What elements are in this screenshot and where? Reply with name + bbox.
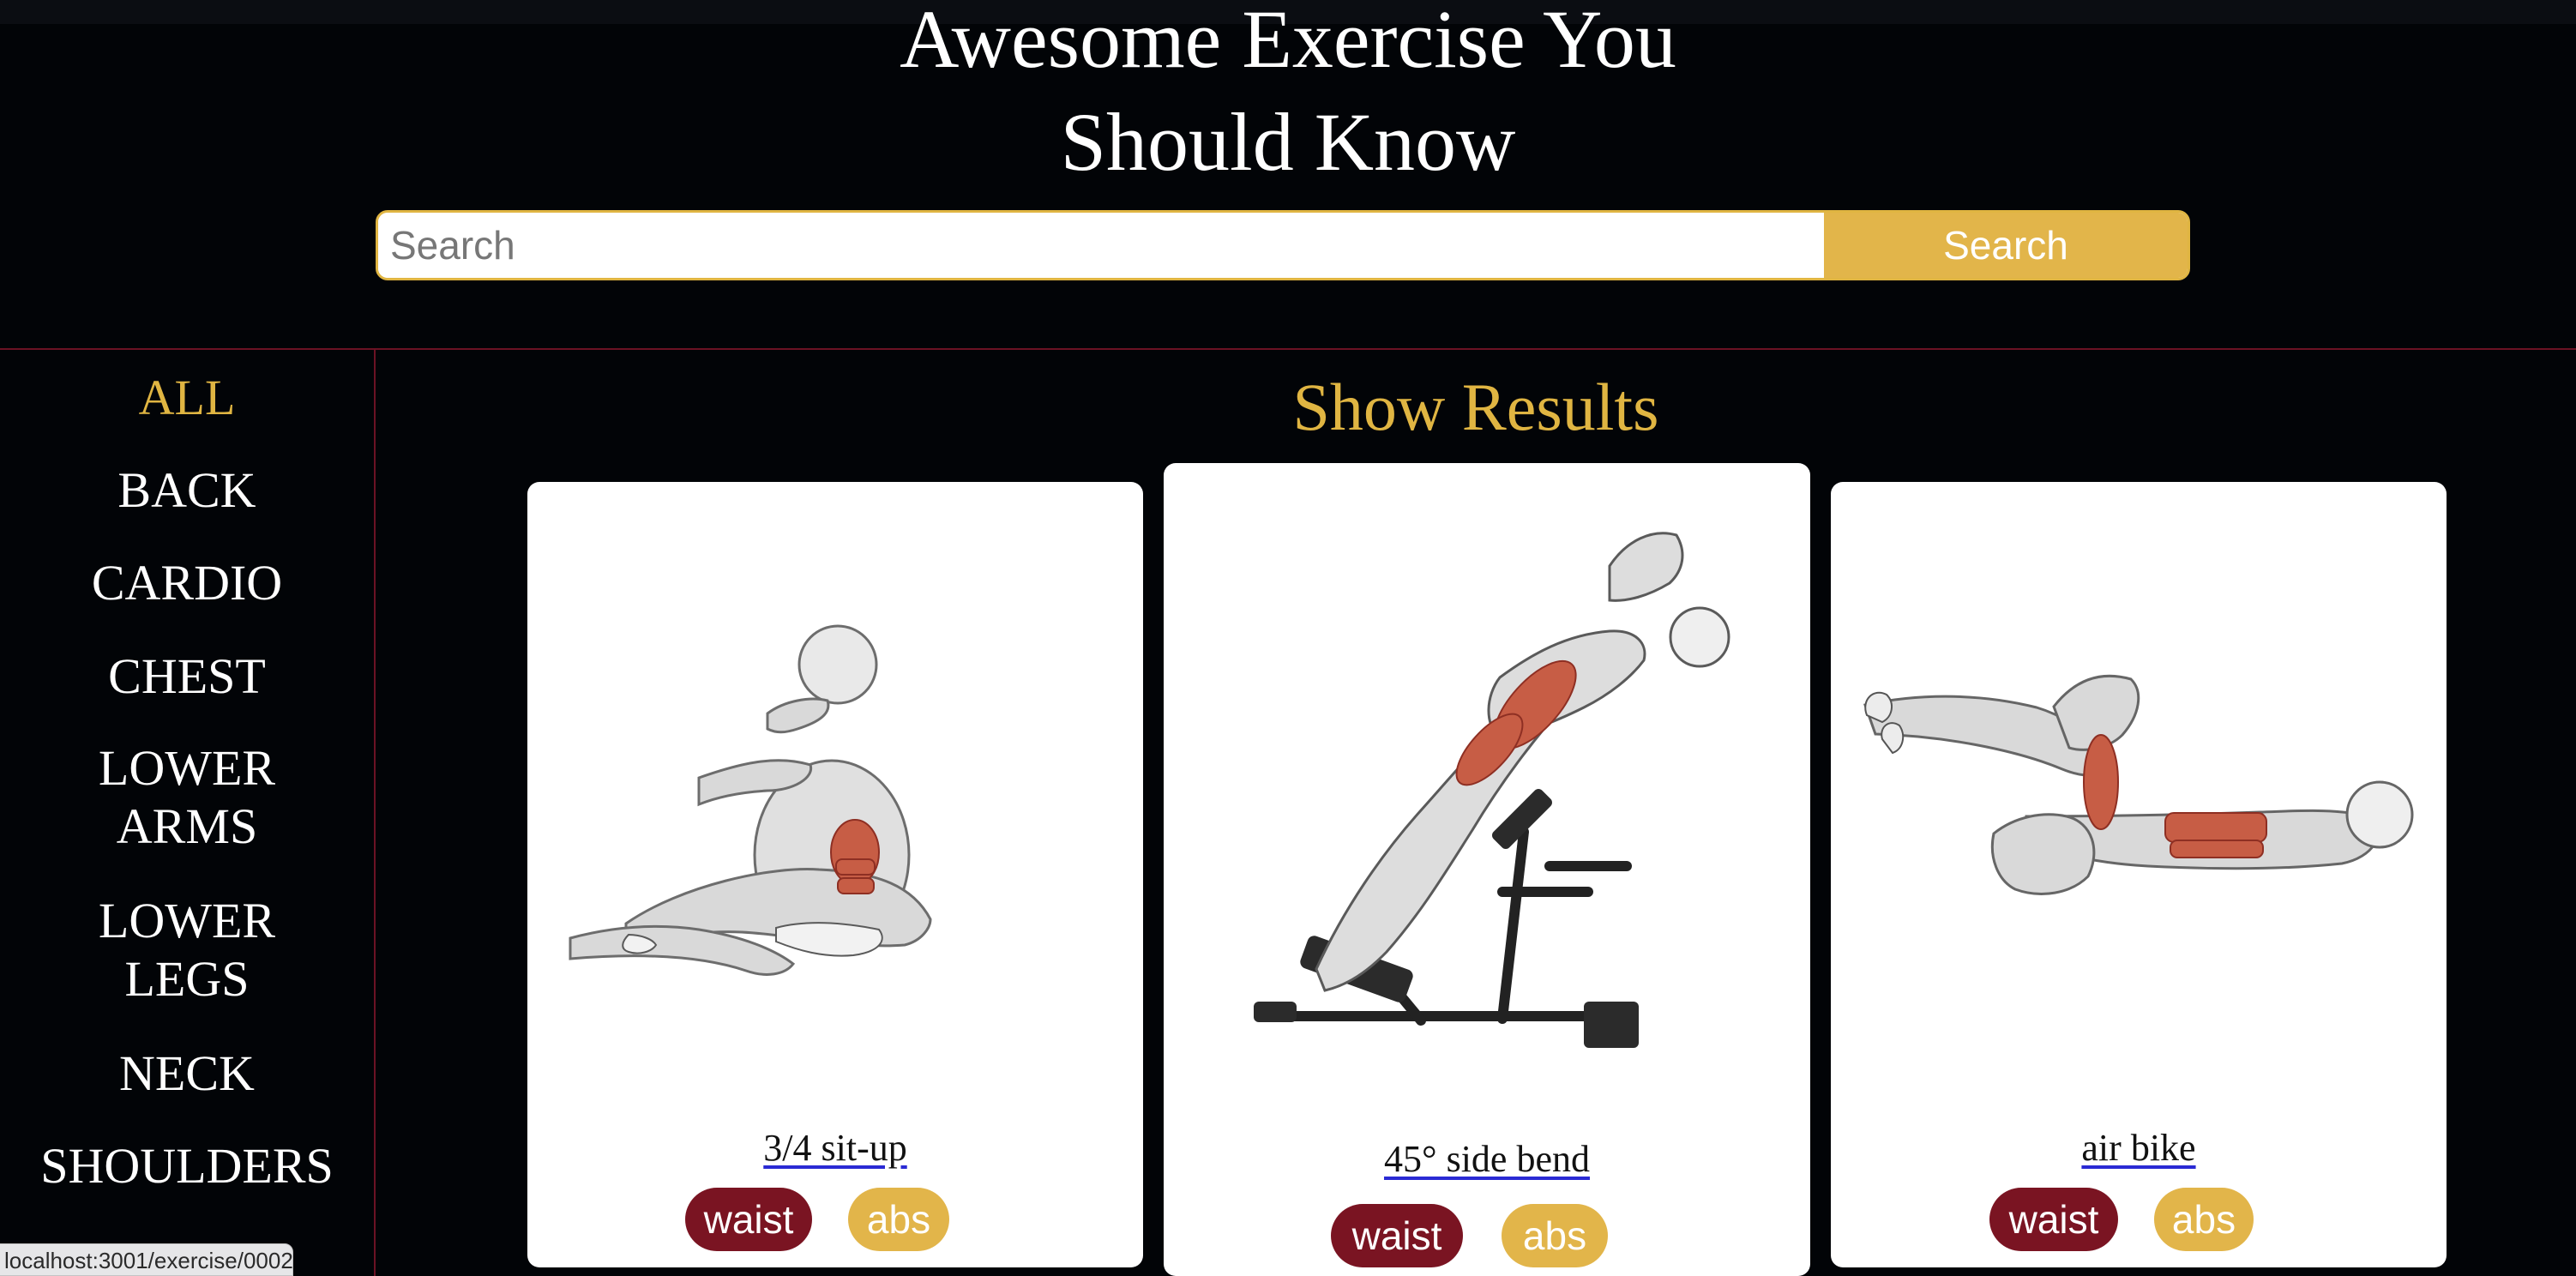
body-part-sidebar: ALL BACK CARDIO CHEST LOWER ARMS LOWER L… [0, 369, 374, 1276]
search-bar: Search [376, 210, 2190, 280]
exercise-name-link[interactable]: air bike [1831, 1127, 2447, 1170]
body-part-badge[interactable]: waist [1989, 1188, 2118, 1251]
body-part-badge[interactable]: waist [685, 1188, 812, 1251]
exercise-card[interactable]: air bike waist abs [1831, 482, 2447, 1267]
results-heading: Show Results [1292, 370, 1659, 444]
body-part-badge[interactable]: waist [1331, 1204, 1463, 1267]
sidebar-item-all[interactable]: ALL [0, 369, 374, 427]
hero-title: Awesome Exercise You Should Know [0, 0, 2576, 180]
hero-title-line-2: Should Know [1060, 96, 1516, 181]
hero-title-line-1: Awesome Exercise You [900, 0, 1676, 85]
sidebar-item-lower-legs[interactable]: LOWER LEGS [0, 892, 374, 1008]
sidebar-item-lower-arms[interactable]: LOWER ARMS [0, 739, 374, 856]
exercise-card[interactable]: 45° side bend waist abs [1164, 463, 1810, 1276]
horizontal-divider [0, 348, 2576, 350]
search-button[interactable]: Search [1824, 213, 2188, 278]
vertical-divider [374, 348, 376, 1276]
status-bar-url: localhost:3001/exercise/0002 [0, 1243, 293, 1276]
target-badge[interactable]: abs [848, 1188, 949, 1251]
target-badge[interactable]: abs [1502, 1204, 1608, 1267]
sidebar-item-back[interactable]: BACK [0, 461, 374, 520]
exercise-name-link[interactable]: 3/4 sit-up [527, 1127, 1143, 1170]
search-input[interactable] [378, 213, 1824, 278]
sidebar-item-neck[interactable]: NECK [0, 1044, 374, 1103]
exercise-card[interactable]: 3/4 sit-up waist abs [527, 482, 1143, 1267]
exercise-name-link[interactable]: 45° side bend [1164, 1138, 1810, 1181]
target-badge[interactable]: abs [2154, 1188, 2254, 1251]
sidebar-item-shoulders[interactable]: SHOULDERS [0, 1137, 374, 1195]
sidebar-item-chest[interactable]: CHEST [0, 647, 374, 706]
sidebar-item-cardio[interactable]: CARDIO [0, 554, 374, 612]
